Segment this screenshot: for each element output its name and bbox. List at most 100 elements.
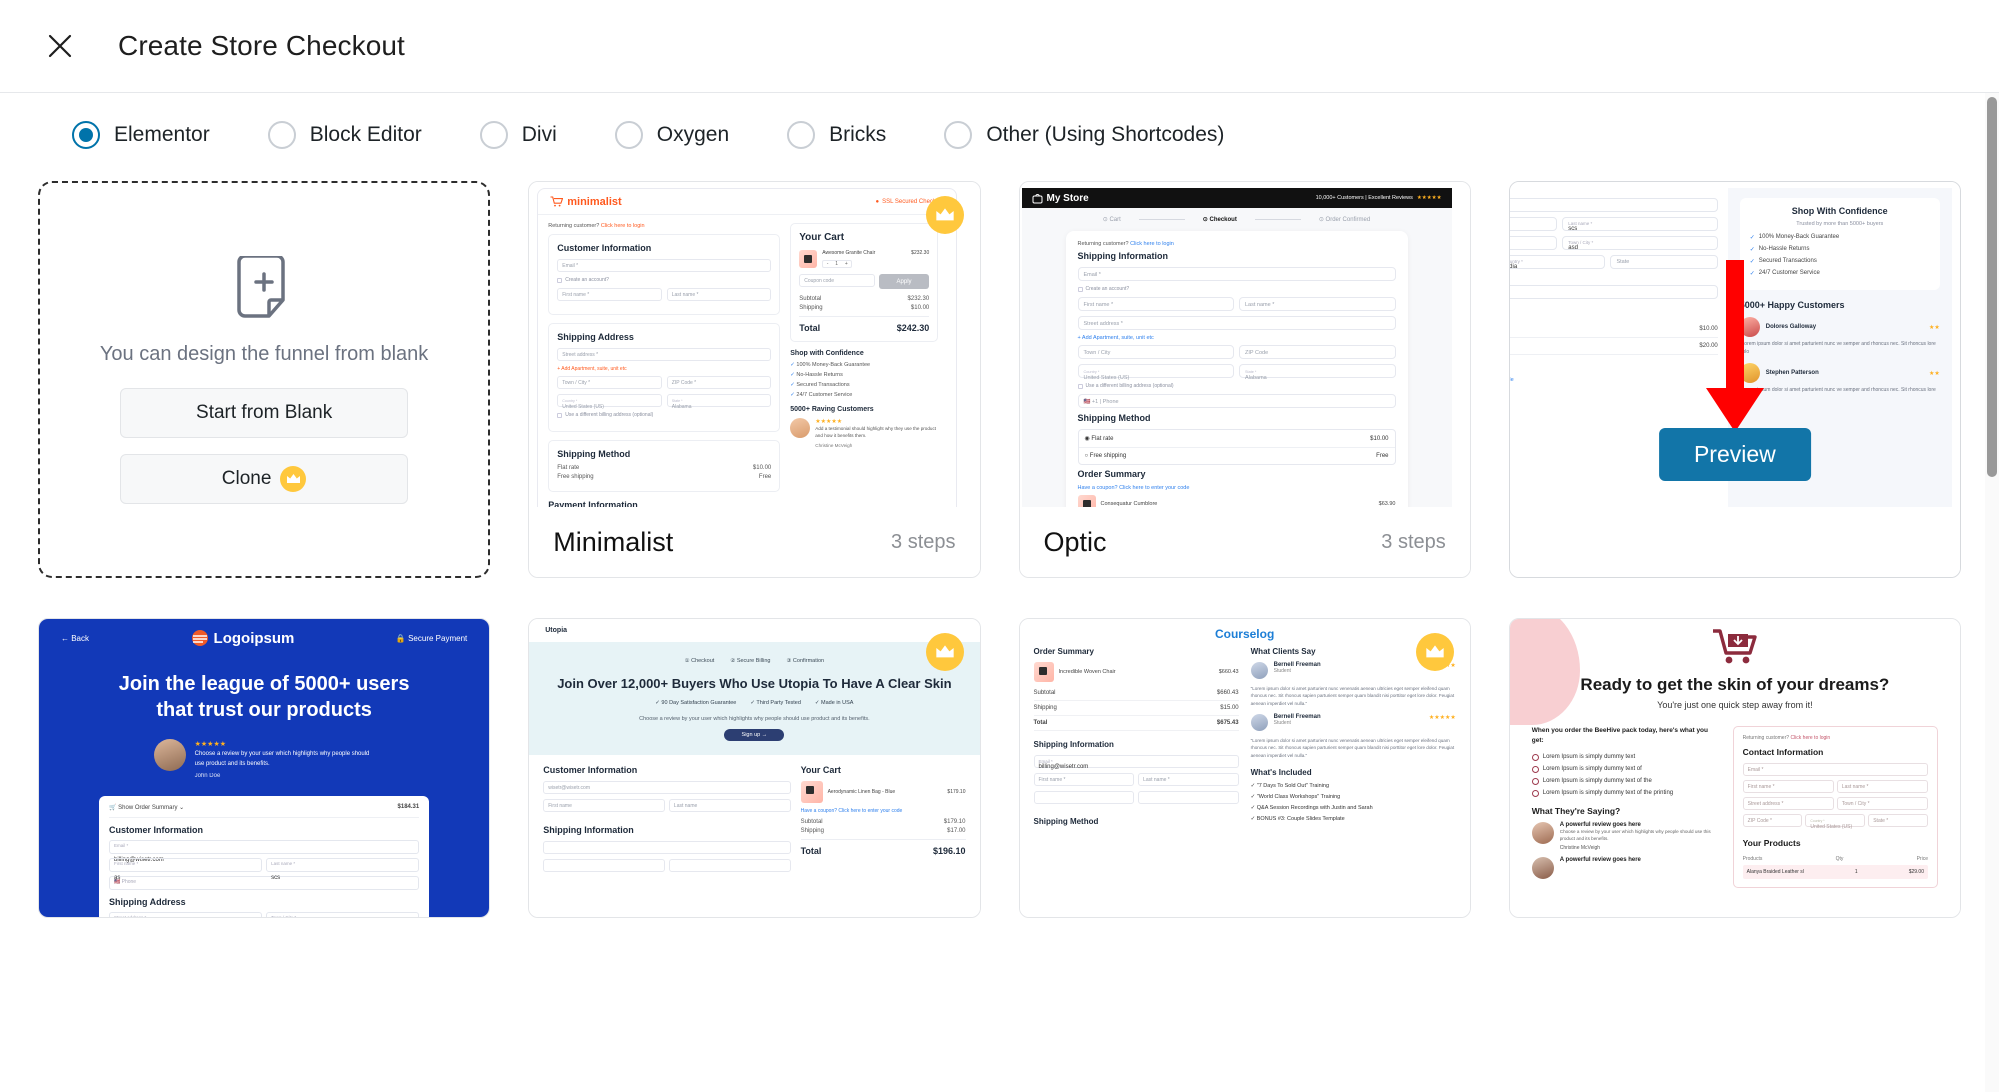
mock-flat-rate[interactable]: ◉ Flat rate $10.00 (1079, 430, 1395, 447)
start-from-blank-card[interactable]: You can design the funnel from blank Sta… (38, 181, 491, 578)
mock-street[interactable]: Street address * (557, 348, 772, 361)
mock-create-account[interactable]: Create an account? (557, 277, 771, 283)
mock-add-apartment[interactable]: + Add Apartment, suite, unit etc (557, 366, 771, 372)
mock-first-name[interactable]: First name * (1033, 773, 1135, 786)
template-card-utopia[interactable]: Utopia ① Checkout ② Secure Billing ③ Con… (528, 618, 981, 918)
mock-town[interactable]: Town / City *asd (266, 911, 420, 917)
mock-street[interactable]: Street address * (1077, 316, 1396, 330)
mock-country[interactable]: Country * United States (US) (557, 394, 662, 410)
mock-country[interactable]: Country * United States (US) (1805, 814, 1866, 830)
qty-minus[interactable]: - (827, 261, 829, 267)
mock-coupon-link[interactable]: Have a coupon? Click here to enter your … (801, 808, 966, 814)
confidence-text: 100% Money-Back Guarantee (796, 362, 871, 368)
order-summary-toggle[interactable]: 🛒 Show Order Summary ⌄ $184.31 (109, 804, 420, 818)
mock-zip[interactable]: ZIP Code * (1742, 814, 1803, 827)
mock-field[interactable] (1033, 791, 1135, 804)
mock-country[interactable]: Country * United States (US) (1077, 364, 1234, 381)
mock-first-name[interactable]: First name * (1742, 780, 1834, 793)
radio-other-shortcodes[interactable]: Other (Using Shortcodes) (944, 121, 1224, 149)
mock-state[interactable]: State * (1868, 814, 1929, 827)
template-card-minimalist[interactable]: minimalist ● SSL Secured Checkout Return… (528, 181, 981, 578)
radio-oxygen[interactable]: Oxygen (614, 121, 729, 149)
mock-phone-field[interactable]: Phone (1509, 285, 1718, 299)
login-link[interactable]: Click here to login (1130, 241, 1174, 247)
mock-street[interactable]: Street address * (1742, 797, 1834, 810)
mock-coupon-link[interactable]: Have a coupon? Click here to enter your … (1510, 377, 1718, 383)
mock-state[interactable]: State * Alabama (1239, 364, 1396, 381)
mock-different-billing[interactable]: Use a different billing address (optiona… (1077, 383, 1396, 389)
mock-email-field[interactable]: Email * (557, 259, 772, 272)
mock-features: ✓ 90 Day Satisfaction Guarantee ✓ Third … (539, 700, 969, 706)
mock-first-name[interactable]: First name * (557, 288, 662, 301)
qty-plus[interactable]: + (845, 261, 848, 267)
template-card-beehive[interactable]: Ready to get the skin of your dreams? Yo… (1508, 618, 1961, 918)
mock-town[interactable] (543, 859, 665, 872)
page-scrollbar[interactable] (1985, 93, 1999, 1092)
mock-town[interactable]: Town / City * (557, 376, 662, 389)
mock-town[interactable]: Town / City (1077, 345, 1234, 359)
qty-stepper[interactable]: - 1 + (822, 260, 853, 268)
coupon-field[interactable]: Coupon code (799, 274, 875, 287)
mock-first-name[interactable]: First name * (1077, 297, 1234, 311)
start-from-blank-button[interactable]: Start from Blank (120, 387, 409, 438)
mock-email-field[interactable]: Email * billing@wisetr.com (1033, 755, 1239, 770)
product-name: Incredible Woven Chair (1058, 669, 1116, 675)
mock-different-billing[interactable]: Use a different billing address (optiona… (1510, 274, 1718, 280)
mock-zip[interactable] (668, 859, 791, 872)
mock-state[interactable]: State * Alabama (666, 394, 772, 410)
mock-different-billing[interactable]: Use a different billing address (optiona… (557, 412, 771, 418)
scrollbar-thumb[interactable] (1987, 97, 1997, 477)
mock-email-field[interactable]: Email * billing@wisetr.com (109, 839, 420, 863)
mock-free-shipping[interactable]: ○ Free shipping Free (1078, 447, 1395, 464)
login-link[interactable]: Click here to login (601, 223, 645, 229)
mock-field[interactable] (1138, 791, 1239, 804)
mock-heading: Your Cart (800, 765, 841, 775)
mock-reviews: 10,000+ Customers | Excellent Reviews ★★… (1316, 195, 1442, 201)
mock-email-field[interactable]: Email * (1077, 267, 1396, 281)
mock-last-name[interactable]: Last name * scs (1562, 217, 1718, 232)
mock-cta-pill[interactable]: Sign up → (724, 729, 785, 741)
radio-bricks[interactable]: Bricks (787, 121, 886, 149)
mock-first-name[interactable]: First name * (1509, 217, 1558, 231)
mock-last-name[interactable]: Last name (668, 799, 791, 812)
mock-last-name[interactable]: Last name * (1138, 773, 1239, 786)
template-card-hovered[interactable]: g@wisetr.com First name * Last name *scs… (1508, 181, 1961, 578)
mock-zip[interactable]: ZIP Code * (666, 376, 772, 389)
mock-coupon-link[interactable]: Have a coupon? Click here to enter your … (1078, 485, 1396, 491)
back-link[interactable]: ← Back (61, 634, 89, 643)
template-card-logoipsum[interactable]: ← Back Logoipsum 🔒 Secure Payment Join t… (38, 618, 491, 918)
mock-ground-shipping[interactable]: Ground Shipping$10.00 (1509, 321, 1718, 338)
mock-email-field[interactable]: Email * (1742, 763, 1928, 776)
mock-town[interactable]: Town / City * (1836, 797, 1928, 810)
mock-street[interactable] (543, 841, 791, 854)
mock-last-name[interactable]: Last name * (666, 288, 772, 301)
mock-last-name[interactable]: Last name * (1836, 780, 1928, 793)
mock-free-shipping[interactable]: Free shipping Free (557, 474, 771, 480)
login-link[interactable]: Click here to login (1790, 735, 1830, 741)
mock-air-shipping[interactable]: Air Shipping$20.00 (1509, 338, 1718, 355)
clone-button[interactable]: Clone (120, 453, 409, 504)
template-card-optic[interactable]: My Store 10,000+ Customers | Excellent R… (1018, 181, 1471, 578)
apply-button[interactable]: Apply (878, 274, 930, 289)
mock-phone-field[interactable]: 🇺🇸 +1 | Phone (1077, 394, 1396, 408)
radio-divi[interactable]: Divi (479, 121, 557, 149)
close-icon[interactable] (38, 24, 82, 68)
mock-town[interactable]: Town / City *asd (1562, 236, 1718, 251)
mock-street[interactable]: Street address * (1509, 236, 1558, 250)
mock-first-name[interactable]: First name * as (109, 857, 263, 881)
mock-zip[interactable]: ZIP Code (1239, 345, 1396, 359)
mock-last-name[interactable]: Last name * scs (266, 857, 420, 881)
radio-elementor[interactable]: Elementor (72, 121, 210, 149)
template-card-courselog[interactable]: Courselog Order Summary Incredible Woven… (1018, 618, 1471, 918)
mock-last-name[interactable]: Last name * (1239, 297, 1396, 311)
radio-block-editor[interactable]: Block Editor (267, 121, 422, 149)
preview-button[interactable]: Preview (1658, 428, 1811, 481)
mock-email-field[interactable]: wisetr@wisetr.com (543, 781, 791, 794)
mock-add-apartment[interactable]: + Add Apartment, suite, unit etc (1078, 335, 1396, 341)
mock-flat-rate[interactable]: Flat rate $10.00 (557, 465, 771, 471)
mock-create-account[interactable]: Create an account? (1077, 286, 1396, 292)
mock-street[interactable]: Street address *dfsf (109, 911, 263, 917)
mock-email-field[interactable]: g@wisetr.com (1509, 198, 1718, 212)
mock-country[interactable]: Country *India (1509, 255, 1606, 270)
mock-first-name[interactable]: First name (543, 799, 665, 812)
